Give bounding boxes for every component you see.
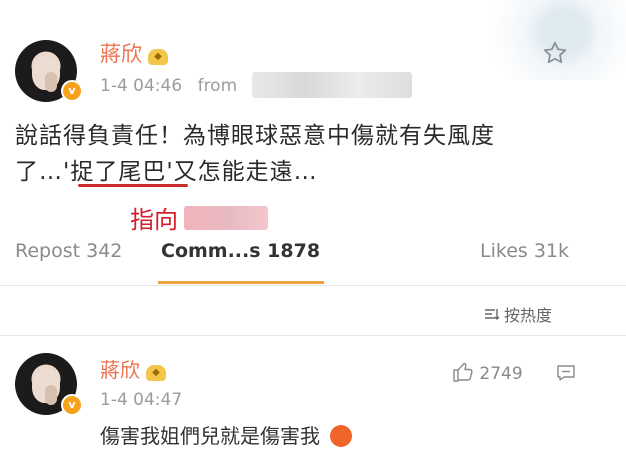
annotation-text: 指向 [130, 206, 178, 234]
tab-comments[interactable]: Comm...s 1878 [161, 240, 320, 262]
post-author-name-text[interactable]: 蔣欣 [100, 42, 142, 66]
tab-comments-label[interactable]: Comm...s 1878 [161, 240, 320, 262]
verified-badge-icon: v [61, 80, 83, 102]
angry-emoji-icon [330, 425, 353, 447]
star-icon[interactable] [542, 40, 568, 66]
post-text-line-1: 說話得負責任！為博眼球惡意中傷就有失風度 [15, 123, 495, 149]
post-meta: 1-4 04:46 from [100, 76, 237, 96]
sort-icon [484, 306, 504, 325]
tab-indicator [158, 281, 324, 284]
comment-vip-crown-icon: ◆ [146, 365, 166, 381]
sort-divider [0, 335, 626, 336]
tab-repost[interactable]: Repost 342 [15, 240, 122, 262]
tab-likes-label[interactable]: Likes 31k [480, 240, 569, 262]
comment-like-count: 2749 [479, 364, 523, 384]
post-text: 說話得負責任！為博眼球惡意中傷就有失風度 了…'捉了尾巴'又怎能走遠… [15, 118, 615, 190]
post-source-redacted [252, 72, 412, 98]
comment-text-content: 傷害我姐們兒就是傷害我 [100, 424, 320, 448]
comment-timestamp: 1-4 04:47 [100, 390, 183, 410]
vip-crown-icon: ◆ [148, 49, 168, 65]
annotation-label: 指向 [130, 200, 178, 235]
tab-repost-label[interactable]: Repost 342 [15, 240, 122, 262]
sort-label[interactable]: 按热度 [504, 306, 552, 325]
post-timestamp: 1-4 04:46 [100, 76, 183, 96]
highlight-underline [78, 184, 188, 187]
sort-by-hot-button[interactable]: 按热度 [484, 302, 552, 326]
comment-author-name[interactable]: 蔣欣 ◆ [100, 354, 166, 383]
post-from-label: from [197, 76, 238, 96]
comment-verified-badge-icon: v [61, 394, 83, 416]
comment-icon[interactable] [556, 364, 576, 386]
tab-likes[interactable]: Likes 31k [480, 240, 569, 262]
comment-author-name-text[interactable]: 蔣欣 [100, 358, 140, 382]
thumb-up-icon [452, 362, 474, 387]
annotation-redacted [184, 206, 268, 230]
post-author-name[interactable]: 蔣欣 ◆ [100, 38, 168, 68]
tabs-divider [0, 285, 626, 286]
comment-like-button[interactable]: 2749 [452, 362, 523, 387]
